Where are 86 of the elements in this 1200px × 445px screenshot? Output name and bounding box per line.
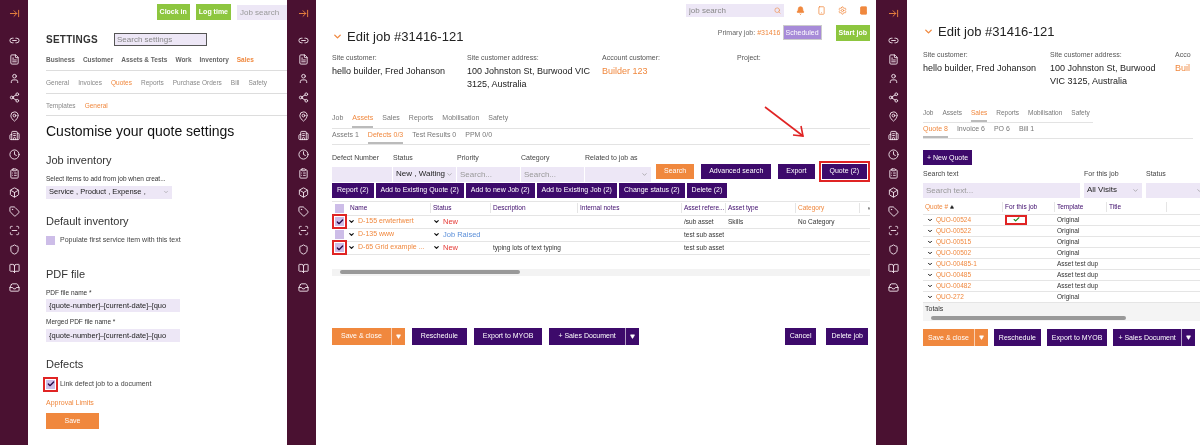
customer-link[interactable]: Builder 123 — [602, 65, 737, 78]
caret-icon — [395, 333, 401, 339]
input-field[interactable]: Search text... — [923, 182, 1080, 198]
clock-icon[interactable] — [888, 149, 899, 160]
field-value: hello builder, Fred Johanson — [923, 62, 1038, 75]
share-icon[interactable] — [297, 92, 309, 103]
check-icon — [1012, 216, 1020, 224]
page-title: Edit job #31416-121 — [938, 23, 1055, 41]
tag-icon[interactable] — [8, 206, 20, 217]
link-icon[interactable] — [297, 35, 309, 46]
map-pin-icon[interactable] — [8, 111, 20, 122]
person-icon[interactable] — [888, 73, 899, 84]
buildings-icon[interactable] — [8, 130, 20, 141]
checkbox[interactable] — [335, 203, 344, 213]
annotation-arrow — [763, 105, 807, 139]
sort-icon — [950, 205, 955, 210]
inbox-icon[interactable] — [888, 282, 899, 293]
select-field[interactable] — [585, 166, 651, 182]
share-icon[interactable] — [888, 92, 899, 103]
map-pin-icon[interactable] — [888, 111, 899, 122]
shield-icon[interactable] — [297, 244, 309, 255]
shield-icon[interactable] — [888, 244, 899, 255]
document-icon[interactable] — [297, 54, 309, 65]
job-search-field[interactable]: Job search — [237, 4, 287, 20]
checkbox[interactable] — [46, 236, 55, 245]
check-icon — [46, 380, 55, 388]
job-search-field[interactable]: job search — [686, 4, 784, 17]
person-icon[interactable] — [297, 73, 309, 84]
section-title: Job inventory — [46, 153, 113, 169]
expand-icon[interactable] — [297, 8, 309, 19]
select-field[interactable] — [1146, 182, 1200, 198]
search-field[interactable]: Search settings — [114, 33, 207, 46]
dropdown-icon — [1132, 186, 1139, 194]
input-field[interactable]: Search... — [521, 166, 584, 182]
customer-link[interactable]: Buil — [1175, 62, 1199, 75]
person-icon[interactable] — [8, 73, 20, 84]
dropdown-icon — [163, 189, 169, 195]
clipboard-icon[interactable] — [8, 168, 20, 179]
cube-icon[interactable] — [8, 187, 20, 198]
scan-icon[interactable] — [297, 225, 309, 236]
clock-icon[interactable] — [297, 149, 309, 160]
section-title: Defects — [46, 357, 85, 372]
select-field[interactable]: All Visits — [1084, 182, 1142, 198]
caret-icon — [629, 333, 635, 339]
inbox-icon[interactable] — [8, 282, 20, 293]
field-value: hello builder, Fred Johanson — [332, 65, 447, 78]
link-icon[interactable] — [888, 35, 899, 46]
field-value: 100 Johnston St, Burwood VIC 3125, Australia — [467, 65, 592, 91]
page-title: SETTINGS — [46, 33, 98, 47]
caret-icon — [1185, 335, 1191, 341]
bell-icon[interactable] — [796, 6, 805, 15]
clock-icon[interactable] — [8, 149, 20, 160]
input-field[interactable]: Search... — [457, 166, 520, 182]
share-icon[interactable] — [8, 92, 20, 103]
heading: Customise your quote settings — [46, 122, 236, 142]
section-title: Default inventory — [46, 213, 130, 229]
clipboard-icon[interactable] — [297, 168, 309, 179]
section-title: PDF file — [46, 267, 87, 282]
caret-icon — [978, 335, 984, 341]
document-icon[interactable] — [888, 54, 899, 65]
buildings-icon[interactable] — [297, 130, 309, 141]
dropdown-icon — [446, 170, 453, 178]
checkbox[interactable] — [335, 230, 344, 239]
search-icon — [774, 7, 781, 14]
buildings-icon[interactable] — [888, 130, 899, 141]
document-icon[interactable] — [8, 54, 20, 65]
input-field[interactable] — [332, 166, 392, 182]
horizontal-scrollbar[interactable] — [332, 268, 870, 276]
cube-icon[interactable] — [297, 187, 309, 198]
clipboard-icon[interactable] — [888, 168, 899, 179]
page-title: Edit job #31416-121 — [347, 28, 464, 46]
scan-icon[interactable] — [8, 225, 20, 236]
tag-icon[interactable] — [888, 206, 899, 217]
link-icon[interactable] — [8, 35, 20, 46]
dropdown-icon — [641, 170, 648, 178]
grid-icon[interactable] — [868, 204, 870, 212]
scan-icon[interactable] — [888, 225, 899, 236]
map-pin-icon[interactable] — [297, 111, 309, 122]
cube-icon[interactable] — [888, 187, 899, 198]
inbox-icon[interactable] — [297, 282, 309, 293]
shield-icon[interactable] — [8, 244, 20, 255]
expand-icon[interactable] — [888, 8, 899, 19]
tag-icon[interactable] — [297, 206, 309, 217]
field-value: 100 Johnston St, Burwood VIC 3125, Australia — [1050, 62, 1157, 88]
select-field[interactable]: New , Waiting — [393, 166, 456, 182]
expand-icon[interactable] — [8, 8, 20, 19]
